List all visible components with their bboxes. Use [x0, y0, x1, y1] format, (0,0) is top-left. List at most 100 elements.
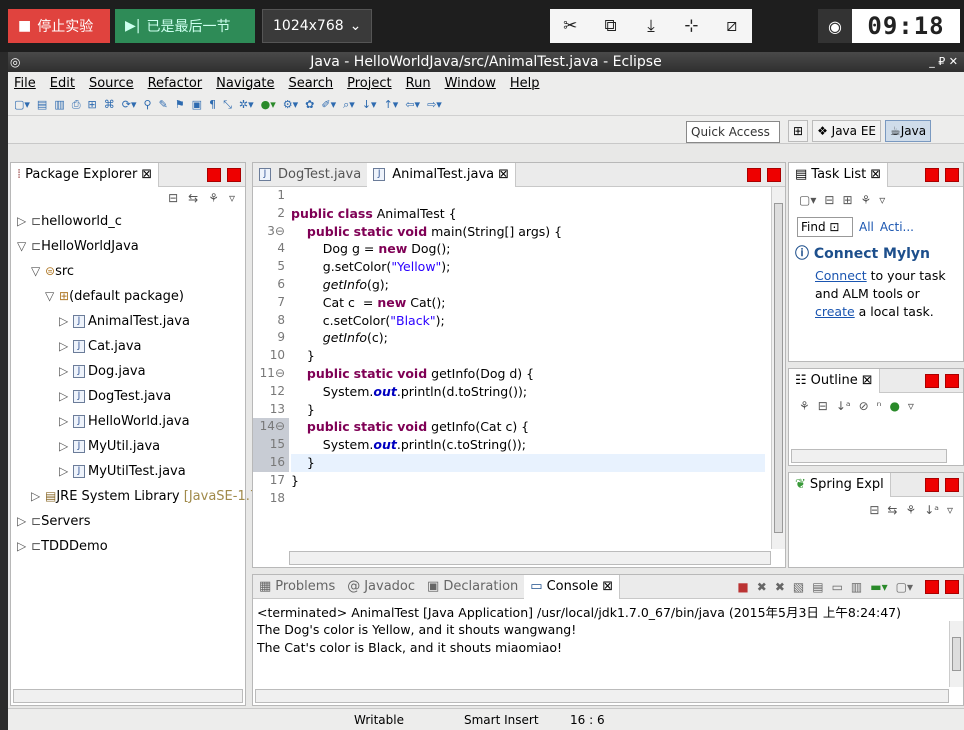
new-task-icon[interactable]: ▢▾ [799, 193, 816, 207]
minimize-button[interactable] [747, 168, 761, 182]
pin-console-icon[interactable]: ▥ [851, 580, 862, 594]
tab-spring-explorer[interactable]: ❦ Spring Expl [789, 472, 891, 497]
maximize-button[interactable] [945, 580, 959, 594]
code-line[interactable]: Cat c = new Cat(); [291, 294, 765, 312]
external-tools-icon[interactable]: ⚙▾ [283, 98, 298, 111]
code-line[interactable]: public static void getInfo(Dog d) { [291, 365, 765, 383]
tree-item[interactable]: ▷ ⊏ Servers [11, 509, 245, 534]
open-perspective-icon[interactable]: ⊞ [788, 120, 809, 142]
hide-nonpublic-icon[interactable]: ● [889, 399, 899, 413]
code-line[interactable]: } [291, 453, 765, 472]
perspective-java[interactable]: ☕Java [884, 120, 932, 142]
menu-run[interactable]: Run [406, 76, 431, 91]
pilcrow-icon[interactable]: ¶ [209, 98, 216, 111]
code-line[interactable]: public class AnimalTest { [291, 205, 765, 223]
tree-item[interactable]: ▷ J AnimalTest.java [11, 309, 245, 334]
close-icon[interactable]: ⊠ [862, 373, 873, 388]
activate-link[interactable]: Acti... [880, 220, 914, 234]
expanded-arrow-icon[interactable]: ▽ [31, 259, 45, 284]
scroll-lock-icon[interactable]: ▤ [812, 580, 823, 594]
hide-fields-icon[interactable]: ⊘ [859, 399, 869, 413]
maximize-button[interactable] [945, 478, 959, 492]
tab-dogtest[interactable]: J DogTest.java [253, 163, 367, 187]
scissors-icon[interactable]: ✂ [557, 16, 583, 36]
screen-icon[interactable]: ⧉ [598, 16, 624, 36]
show-icon[interactable]: ▣ [192, 98, 202, 111]
sort-icon[interactable]: ↓ᵃ [836, 399, 851, 413]
pin-icon[interactable]: ⚲ [144, 98, 152, 111]
tab-javadoc[interactable]: @ Javadoc [341, 575, 421, 599]
maximize-button[interactable] [767, 168, 781, 182]
schedule-icon[interactable]: ⊞ [842, 193, 852, 207]
tree-item[interactable]: ▷ ⊏ TDDDemo [11, 534, 245, 559]
popout-icon[interactable]: ⧄ [719, 16, 745, 36]
new-package-icon[interactable]: ✿ [305, 98, 314, 111]
code-line[interactable]: } [291, 472, 765, 490]
expanded-arrow-icon[interactable]: ▽ [45, 284, 59, 309]
task-find-input[interactable]: Find ⊡ [797, 217, 853, 237]
create-link[interactable]: create [815, 304, 855, 319]
tree-item[interactable]: ▷ J Dog.java [11, 359, 245, 384]
minimize-button[interactable] [925, 478, 939, 492]
last-section-button[interactable]: ▶| 已是最后一节 [115, 9, 255, 43]
connect-link[interactable]: Connect [815, 268, 867, 283]
tab-package-explorer[interactable]: ⁞ Package Explorer ⊠ [11, 162, 160, 187]
categorize-icon[interactable]: ⊟ [824, 193, 834, 207]
console-hscroll[interactable] [255, 689, 949, 703]
maximize-button[interactable] [945, 374, 959, 388]
collapse-all-icon[interactable]: ⊟ [168, 191, 178, 205]
code-line[interactable]: public static void getInfo(Cat c) { [291, 418, 765, 436]
stop-experiment-button[interactable]: ■ 停止实验 [8, 9, 110, 43]
code-line[interactable] [291, 490, 765, 508]
tree-item[interactable]: ▷ J MyUtilTest.java [11, 459, 245, 484]
tree-item[interactable]: ▷ ⊏ helloworld_c [11, 209, 245, 234]
menu-search[interactable]: Search [288, 76, 333, 91]
code-line[interactable]: c.setColor("Black"); [291, 312, 765, 330]
close-icon[interactable]: ⊠ [141, 167, 152, 182]
view-menu-icon[interactable]: ▿ [229, 191, 235, 205]
menu-refactor[interactable]: Refactor [148, 76, 203, 91]
tab-animaltest[interactable]: J AnimalTest.java ⊠ [367, 162, 517, 187]
perspective-java-ee[interactable]: ❖ Java EE [812, 120, 881, 142]
maximize-button[interactable] [227, 168, 241, 182]
close-icon[interactable]: ⊠ [870, 167, 881, 182]
code-area[interactable]: public class AnimalTest { public static … [291, 187, 765, 549]
code-line[interactable]: } [291, 347, 765, 365]
collapsed-arrow-icon[interactable]: ▷ [59, 384, 73, 409]
collapsed-arrow-icon[interactable]: ▷ [17, 534, 31, 559]
collapsed-arrow-icon[interactable]: ▷ [59, 459, 73, 484]
terminate-icon[interactable]: ■ [737, 580, 748, 594]
server-icon[interactable]: ⌘ [104, 98, 115, 111]
mark-icon[interactable]: ⚑ [175, 98, 185, 111]
prev-annotation-icon[interactable]: ↑▾ [384, 98, 399, 111]
collapsed-arrow-icon[interactable]: ▷ [59, 359, 73, 384]
view-menu-icon[interactable]: ▿ [879, 193, 885, 207]
all-link[interactable]: All [859, 220, 874, 234]
menu-source[interactable]: Source [89, 76, 134, 91]
tree-item[interactable]: ▽ ⊏ HelloWorldJava [11, 234, 245, 259]
view-menu-icon[interactable]: ▿ [947, 503, 953, 517]
collapse-all-icon[interactable]: ⊟ [869, 503, 879, 517]
menu-edit[interactable]: Edit [50, 76, 75, 91]
code-line[interactable]: System.out.println(c.toString()); [291, 436, 765, 454]
close-icon[interactable]: ⊠ [498, 167, 509, 182]
tab-task-list[interactable]: ▤ Task List ⊠ [789, 162, 889, 187]
focus-icon[interactable]: ⚘ [905, 503, 916, 517]
minimize-button[interactable] [925, 580, 939, 594]
tab-console[interactable]: ▭ Console ⊠ [524, 574, 621, 599]
filter-icon[interactable]: ⚘ [861, 193, 872, 207]
code-line[interactable] [291, 187, 765, 205]
download-icon[interactable]: ⤓ [638, 16, 664, 36]
tab-outline[interactable]: ☷ Outline ⊠ [789, 368, 880, 393]
eye-icon[interactable]: ◉ [818, 9, 852, 43]
resolution-select[interactable]: 1024x768 ⌄ [262, 9, 372, 43]
menu-file[interactable]: File [14, 76, 36, 91]
tab-declaration[interactable]: ▣ Declaration [421, 575, 524, 599]
collapsed-arrow-icon[interactable]: ▷ [59, 309, 73, 334]
code-line[interactable]: } [291, 401, 765, 419]
pen-icon[interactable]: ✎ [159, 98, 168, 111]
open-type-icon[interactable]: ✐▾ [321, 98, 336, 111]
code-line[interactable]: g.setColor("Yellow"); [291, 258, 765, 276]
tree-item-jre[interactable]: ▷ ▤ JRE System Library [JavaSE-1.7] [11, 484, 263, 509]
clear-console-icon[interactable]: ▧ [793, 580, 804, 594]
